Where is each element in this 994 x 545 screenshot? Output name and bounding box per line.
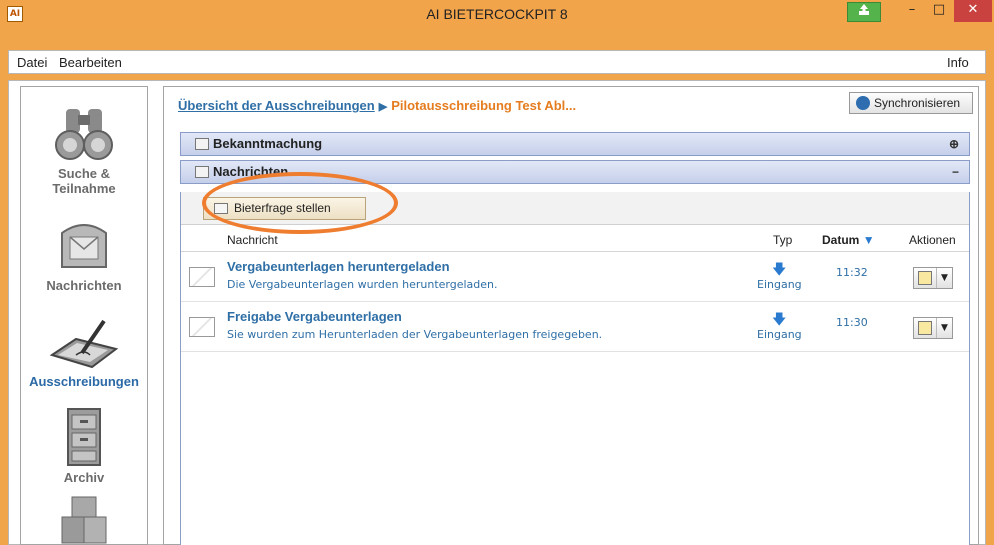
menu-bearbeiten[interactable]: Bearbeiten bbox=[59, 55, 122, 70]
sidebar-item-suche-teilnahme[interactable]: Suche & Teilnahme bbox=[21, 103, 147, 196]
minimize-button[interactable]: – bbox=[899, 0, 925, 22]
menu-datei[interactable]: Datei bbox=[17, 55, 47, 70]
envelope-icon bbox=[195, 166, 209, 178]
signing-tablet-icon bbox=[49, 319, 119, 369]
envelope-pencil-icon bbox=[214, 203, 228, 214]
panel-bekanntmachung-header[interactable]: Bekanntmachung ⊕ bbox=[180, 132, 970, 156]
row-type: Eingang bbox=[757, 278, 802, 291]
envelope-icon bbox=[189, 267, 215, 287]
panel-bekanntmachung-title: Bekanntmachung bbox=[213, 136, 323, 151]
upload-icon bbox=[859, 4, 869, 15]
menu-bar: Datei Bearbeiten Info bbox=[8, 50, 986, 74]
title-bar: AI AI BIETERCOCKPIT 8 – □ ✕ bbox=[0, 0, 994, 30]
messages-panel: Bieterfrage stellen Nachricht Typ Datum … bbox=[180, 172, 970, 545]
open-mail-icon bbox=[918, 321, 932, 335]
messages-table-header: Nachricht Typ Datum ▼ Aktionen bbox=[181, 228, 969, 252]
envelope-icon bbox=[189, 317, 215, 337]
panel-nachrichten-title: Nachrichten bbox=[213, 164, 289, 179]
expand-icon[interactable]: ⊕ bbox=[949, 133, 959, 155]
sidebar-label-suche: Suche & bbox=[57, 166, 110, 181]
main-content: Übersicht der Ausschreibungen ▶ Pilotaussc… bbox=[163, 86, 979, 545]
bieterfrage-button[interactable]: Bieterfrage stellen bbox=[203, 197, 366, 220]
row-type: Eingang bbox=[757, 328, 802, 341]
breadcrumb: Übersicht der Ausschreibungen ▶ Pilotaussc… bbox=[178, 98, 576, 113]
sync-button[interactable]: Synchronisieren bbox=[849, 92, 973, 114]
breadcrumb-link[interactable]: Übersicht der Ausschreibungen bbox=[178, 98, 375, 113]
sidebar-label-nachrichten: Nachrichten bbox=[46, 278, 122, 293]
dropdown-arrow-icon[interactable]: ▼ bbox=[936, 318, 952, 338]
sync-button-label: Synchronisieren bbox=[874, 96, 961, 110]
sidebar-item-ausschreibungen[interactable]: Ausschreibungen bbox=[21, 315, 147, 389]
maximize-button[interactable]: □ bbox=[926, 0, 952, 22]
window-title: AI BIETERCOCKPIT 8 bbox=[426, 6, 568, 22]
sidebar-item-more[interactable] bbox=[21, 495, 147, 545]
column-header-aktionen: Aktionen bbox=[909, 233, 956, 247]
menu-info[interactable]: Info bbox=[947, 55, 969, 70]
row-title[interactable]: Freigabe Vergabeunterlagen bbox=[227, 309, 402, 324]
table-row[interactable]: Freigabe Vergabeunterlagen Sie wurden zu… bbox=[181, 303, 969, 352]
open-mail-icon bbox=[918, 271, 932, 285]
sort-desc-icon: ▼ bbox=[862, 233, 875, 247]
panel-nachrichten-header[interactable]: Nachrichten − bbox=[180, 160, 970, 184]
sidebar-label-ausschreibungen: Ausschreibungen bbox=[29, 374, 139, 389]
row-subtitle: Die Vergabeunterlagen wurden heruntergel… bbox=[227, 278, 498, 291]
messages-toolbar: Bieterfrage stellen bbox=[181, 192, 969, 225]
bieterfrage-button-label: Bieterfrage stellen bbox=[234, 201, 331, 215]
binoculars-icon bbox=[55, 109, 113, 160]
boxes-icon bbox=[61, 496, 107, 544]
breadcrumb-arrow-icon: ▶ bbox=[378, 101, 388, 113]
dropdown-arrow-icon[interactable]: ▼ bbox=[936, 268, 952, 288]
row-time: 11:30 bbox=[836, 316, 868, 329]
document-icon bbox=[195, 138, 209, 150]
column-header-typ[interactable]: Typ bbox=[773, 233, 792, 247]
row-title[interactable]: Vergabeunterlagen heruntergeladen bbox=[227, 259, 450, 274]
close-button[interactable]: ✕ bbox=[954, 0, 992, 22]
mailbox-icon bbox=[61, 224, 107, 268]
collapse-icon[interactable]: − bbox=[952, 161, 959, 183]
breadcrumb-current: Pilotausschreibung Test Abl... bbox=[391, 98, 577, 113]
sidebar: Suche & Teilnahme Nachrichten Ausschreib… bbox=[20, 86, 148, 545]
restore-green-button[interactable] bbox=[847, 2, 881, 22]
sync-globe-icon bbox=[856, 96, 870, 110]
filing-cabinet-icon bbox=[67, 408, 101, 466]
app-window: AI AI BIETERCOCKPIT 8 – □ ✕ Datei Bearbe… bbox=[0, 0, 994, 545]
sidebar-item-nachrichten[interactable]: Nachrichten bbox=[21, 213, 147, 293]
sidebar-item-archiv[interactable]: Archiv bbox=[21, 407, 147, 485]
row-action-button[interactable]: ▼ bbox=[913, 317, 953, 339]
table-row[interactable]: Vergabeunterlagen heruntergeladen Die Ve… bbox=[181, 253, 969, 302]
row-subtitle: Sie wurden zum Herunterladen der Vergabe… bbox=[227, 328, 603, 341]
sidebar-label-teilnahme: Teilnahme bbox=[52, 181, 116, 196]
column-header-datum[interactable]: Datum ▼ bbox=[822, 233, 875, 247]
column-header-nachricht[interactable]: Nachricht bbox=[227, 233, 278, 247]
column-header-datum-label: Datum bbox=[822, 233, 860, 247]
row-time: 11:32 bbox=[836, 266, 868, 279]
row-action-button[interactable]: ▼ bbox=[913, 267, 953, 289]
sidebar-label-archiv: Archiv bbox=[63, 470, 105, 485]
